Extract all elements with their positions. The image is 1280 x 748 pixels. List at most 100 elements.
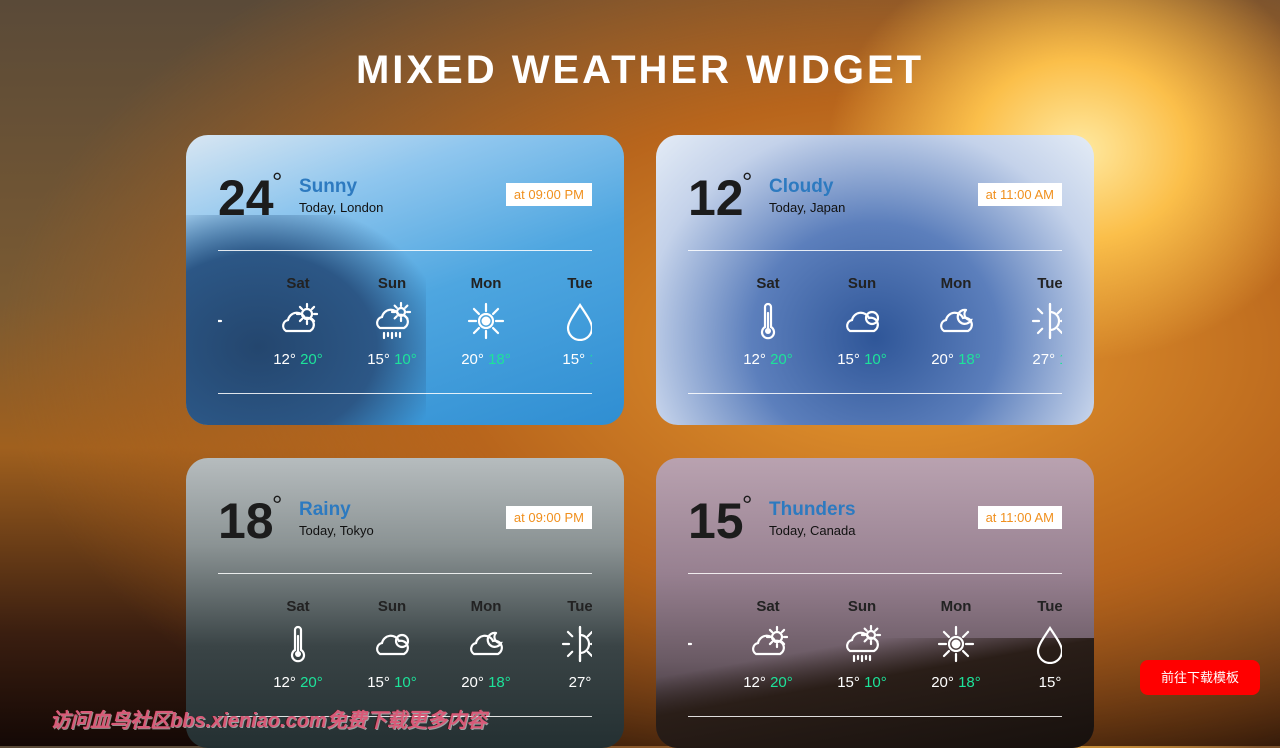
- weather-condition: Thunders: [769, 499, 856, 520]
- moon-icon: [218, 624, 224, 664]
- forecast-day-name: Mon: [940, 598, 972, 615]
- drop-icon: [566, 303, 592, 341]
- forecast-day-name: Sun: [377, 598, 407, 615]
- thermometer-icon: [290, 625, 306, 663]
- divider: [218, 393, 592, 394]
- forecast-low: 20°: [300, 351, 323, 368]
- forecast-low: 18°: [958, 351, 981, 368]
- forecast-day-name: Sun: [847, 275, 877, 292]
- thermometer-icon: [760, 302, 776, 340]
- sun-half-icon: [561, 625, 592, 663]
- weather-condition: Rainy: [299, 499, 351, 520]
- degree-symbol: °: [272, 167, 283, 197]
- forecast-day-name: Fri: [218, 598, 251, 615]
- forecast-day-name: Mon: [470, 598, 502, 615]
- forecast-temps: 27° 1: [1003, 351, 1062, 368]
- weather-card-canada: 15 ° Thunders Today, Canada at 11:00 AM …: [656, 458, 1094, 748]
- download-template-button[interactable]: 前往下载模板: [1140, 660, 1260, 695]
- forecast-day-name: Tue: [567, 275, 592, 292]
- forecast-temps: 12° 20°: [721, 351, 815, 368]
- cloud-moon-icon: [940, 308, 973, 333]
- forecast-day-name: Mon: [940, 275, 972, 292]
- forecast-row: Fri 15° Sat 12° 20° Sun 15° 10° Mon 20° …: [218, 275, 592, 375]
- cloud-sun-icon: [282, 302, 318, 333]
- forecast-day-name: Fri: [688, 598, 721, 615]
- degree-symbol: °: [742, 490, 753, 520]
- forecast-low: 10°: [864, 351, 887, 368]
- forecast-row: Fri 15° Sat 12° 20° Sun 15° 10° Mon 20° …: [688, 598, 1062, 698]
- weather-condition: Sunny: [299, 176, 358, 197]
- page-title: MIXED WEATHER WIDGET: [355, 48, 925, 92]
- forecast-day-name: Sat: [286, 598, 310, 615]
- drop-icon: [1036, 626, 1062, 664]
- current-temperature: 24: [218, 170, 274, 226]
- forecast-high: 15°: [562, 351, 586, 368]
- sun-half-icon: [1031, 302, 1062, 340]
- current-temperature: 15: [688, 493, 744, 549]
- forecast-temps: 15° 10°: [815, 351, 909, 368]
- forecast-high: 12°: [273, 674, 296, 691]
- forecast-temps: 15°: [1003, 674, 1062, 691]
- forecast-low: 18°: [488, 351, 511, 368]
- forecast-day-name: Mon: [470, 275, 502, 292]
- weather-card-london: 24 ° Sunny Today, London at 09:00 PM Fri…: [186, 135, 624, 425]
- time-badge: at 11:00 AM: [977, 506, 1062, 529]
- current-temperature: 18: [218, 493, 274, 549]
- forecast-temps: 15°: [218, 674, 251, 691]
- forecast-high: 15°: [837, 351, 860, 368]
- forecast-high: 20°: [461, 351, 484, 368]
- divider: [688, 573, 1062, 574]
- time-badge: at 09:00 PM: [505, 183, 592, 206]
- forecast-low: 20°: [770, 351, 793, 368]
- divider: [688, 250, 1062, 251]
- forecast-day-name: Fri: [218, 275, 251, 292]
- forecast-temps: 12° 20°: [721, 674, 815, 691]
- forecast-day-name: Tue: [1037, 275, 1062, 292]
- forecast-day-name: Sat: [286, 275, 310, 292]
- forecast-high: 15°: [837, 674, 860, 691]
- forecast-low: 10°: [394, 351, 417, 368]
- cloud-moon-icon: [470, 631, 503, 656]
- forecast-temps: 15°: [688, 351, 721, 368]
- forecast-high: 12°: [743, 351, 766, 368]
- forecast-low: 18°: [958, 674, 981, 691]
- forecast-temps: 27°: [533, 674, 592, 691]
- forecast-low: 10°: [864, 674, 887, 691]
- forecast-high: 27°: [568, 674, 592, 691]
- forecast-high: 12°: [273, 351, 296, 368]
- forecast-row: Fri 15° Sat 12° 20° Sun 15° 10° Mon 20° …: [218, 598, 592, 698]
- location-label: Today, Canada: [769, 523, 856, 538]
- cloud-rain-sun-icon: [376, 301, 412, 340]
- forecast-day-name: Sun: [377, 275, 407, 292]
- cloud-icon: [376, 633, 410, 656]
- weather-card-japan: 12 ° Cloudy Today, Japan at 11:00 AM Fri…: [656, 135, 1094, 425]
- forecast-temps: 12° 20°: [251, 351, 345, 368]
- forecast-temps: 15°: [218, 351, 251, 368]
- forecast-temps: 15°: [688, 674, 721, 691]
- forecast-high: 15°: [367, 674, 390, 691]
- forecast-day-name: Tue: [1037, 598, 1062, 615]
- forecast-temps: 15° 1: [533, 351, 592, 368]
- weather-condition: Cloudy: [769, 176, 834, 197]
- forecast-high: 15°: [1038, 674, 1062, 691]
- divider: [218, 573, 592, 574]
- location-label: Today, London: [299, 200, 384, 215]
- forecast-high: 20°: [461, 674, 484, 691]
- sun-half-icon: [218, 319, 223, 323]
- location-label: Today, Japan: [769, 200, 846, 215]
- forecast-low: 1: [589, 351, 592, 368]
- forecast-low: 1: [1059, 351, 1062, 368]
- forecast-temps: 20° 18°: [909, 351, 1003, 368]
- forecast-high: 20°: [931, 351, 954, 368]
- forecast-high: 27°: [1032, 351, 1056, 368]
- forecast-low: 10°: [394, 674, 417, 691]
- forecast-row: Fri 15° Sat 12° 20° Sun 15° 10° Mon 20° …: [688, 275, 1062, 375]
- divider: [218, 250, 592, 251]
- degree-symbol: °: [742, 167, 753, 197]
- current-temperature: 12: [688, 170, 744, 226]
- forecast-low: 18°: [488, 674, 511, 691]
- cloud-rain-sun-icon: [846, 624, 882, 663]
- forecast-day-name: Sun: [847, 598, 877, 615]
- degree-symbol: °: [272, 490, 283, 520]
- forecast-day-name: Tue: [567, 598, 592, 615]
